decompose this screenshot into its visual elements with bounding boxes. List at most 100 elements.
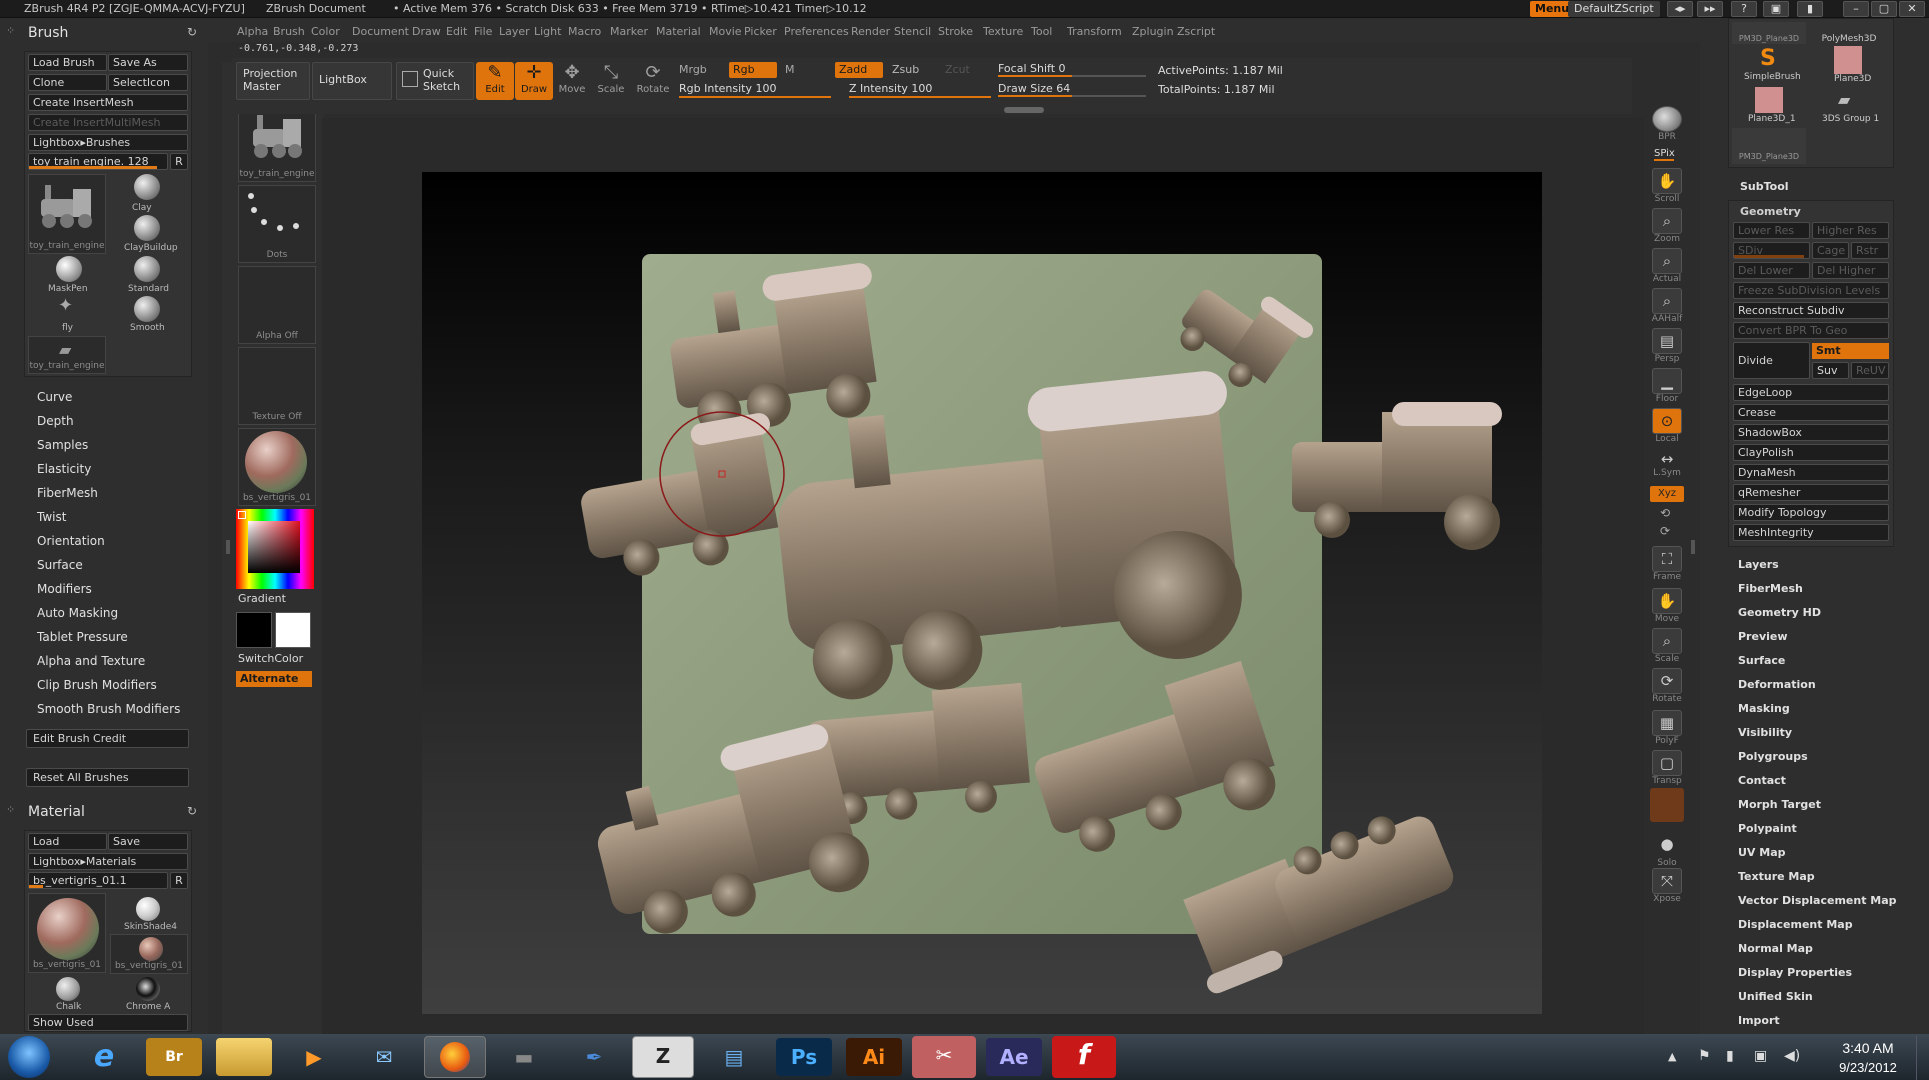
toolbar-scroll-handle[interactable]	[1004, 107, 1044, 113]
volume-icon[interactable]: ◀)	[1784, 1048, 1800, 1064]
section-normal-map[interactable]: Normal Map	[1738, 942, 1813, 955]
lightbox-button[interactable]: LightBox	[312, 62, 392, 100]
quick-sketch-button[interactable]: Quick Sketch	[396, 62, 474, 100]
eraser-icon[interactable]: ▬	[496, 1038, 552, 1076]
zoom-button[interactable]: ⌕ Zoom	[1648, 208, 1686, 248]
solo-button[interactable]: ● Solo	[1648, 832, 1686, 872]
tool-thumb-polymesh3d[interactable]: PolyMesh3D	[1812, 22, 1886, 44]
color-picker[interactable]	[236, 509, 314, 589]
brush-menu-alpha-texture[interactable]: Alpha and Texture	[37, 654, 145, 668]
xyz-toggle[interactable]: Xyz	[1650, 486, 1684, 502]
current-tool-thumb[interactable]: toy_train_engine	[238, 104, 316, 182]
edit-brush-credit-button[interactable]: Edit Brush Credit	[26, 729, 189, 748]
bpr-button[interactable]: BPR	[1648, 106, 1686, 146]
folder-icon[interactable]	[216, 1038, 272, 1076]
photoshop-icon[interactable]: Ps	[776, 1038, 832, 1076]
section-surface[interactable]: Surface	[1738, 654, 1785, 667]
simplebrush-icon[interactable]: S	[1760, 46, 1776, 71]
geo-shadowbox[interactable]: ShadowBox	[1733, 424, 1889, 441]
smooth-brush-icon[interactable]	[134, 296, 160, 322]
scale-tool-button[interactable]: ⤡ Scale	[592, 62, 630, 100]
persp-button[interactable]: ▤ Persp	[1648, 328, 1686, 368]
lightbox-brushes-button[interactable]: Lightbox▸Brushes	[28, 134, 188, 151]
geo-meshintegrity[interactable]: MeshIntegrity	[1733, 524, 1889, 541]
section-contact[interactable]: Contact	[1738, 774, 1786, 787]
pen-icon[interactable]: ✒	[566, 1038, 622, 1076]
menu-tool[interactable]: Tool	[1031, 25, 1052, 38]
material-r-button[interactable]: R	[170, 872, 188, 889]
actual-button[interactable]: ⌕ Actual	[1648, 248, 1686, 288]
brush-menu-smooth-modifiers[interactable]: Smooth Brush Modifiers	[37, 702, 180, 716]
menu-movie[interactable]: Movie	[709, 25, 742, 38]
menu-color[interactable]: Color	[311, 25, 340, 38]
chrome-material-icon[interactable]	[136, 977, 160, 1001]
after-effects-icon[interactable]: Ae	[986, 1038, 1042, 1076]
section-morph-target[interactable]: Morph Target	[1738, 798, 1821, 811]
firefox-icon[interactable]	[424, 1036, 486, 1078]
spix-label[interactable]: SPix	[1654, 148, 1675, 159]
clone-button[interactable]: Clone	[28, 74, 107, 91]
chalk-material-icon[interactable]	[56, 977, 80, 1001]
menu-render[interactable]: Render	[851, 25, 890, 38]
section-deformation[interactable]: Deformation	[1738, 678, 1816, 691]
brush-menu-elasticity[interactable]: Elasticity	[37, 462, 91, 476]
alternate-toggle[interactable]: Alternate	[236, 671, 312, 687]
brush-menu-depth[interactable]: Depth	[37, 414, 74, 428]
menu-zplugin[interactable]: Zplugin	[1132, 25, 1174, 38]
plane3d-1-icon[interactable]	[1755, 87, 1783, 113]
menu-brush[interactable]: Brush	[273, 25, 305, 38]
focal-shift-slider[interactable]: Focal Shift 0	[998, 62, 1066, 75]
internet-explorer-icon[interactable]: e	[76, 1038, 132, 1076]
snipping-icon[interactable]: ✂	[912, 1036, 976, 1078]
menu-layer[interactable]: Layer	[499, 25, 530, 38]
geo-qremesher[interactable]: qRemesher	[1733, 484, 1889, 501]
brush-thumb-toy-train-2[interactable]: ▰ toy_train_engine	[28, 336, 106, 374]
maskpen-brush-icon[interactable]	[56, 256, 82, 282]
section-polygroups[interactable]: Polygroups	[1738, 750, 1808, 763]
geo-modify-topology[interactable]: Modify Topology	[1733, 504, 1889, 521]
menu-material[interactable]: Material	[656, 25, 701, 38]
scroll-button[interactable]: ✋ Scroll	[1648, 168, 1686, 208]
edit-tool-button[interactable]: ✎ Edit	[476, 62, 514, 100]
rgb-intensity-slider[interactable]: Rgb Intensity 100	[679, 82, 776, 95]
secondary-color-swatch[interactable]	[275, 612, 311, 648]
transp-button[interactable]: ▢ Transp	[1648, 750, 1686, 790]
bridge-icon[interactable]: Br	[146, 1038, 202, 1076]
flash-icon[interactable]: f	[1052, 1036, 1116, 1078]
layout-left-icon[interactable]: ◂▸	[1667, 1, 1693, 17]
menu-stencil[interactable]: Stencil	[894, 25, 931, 38]
clock-time[interactable]: 3:40 AM	[1828, 1040, 1908, 1056]
media-player-icon[interactable]: ▶	[286, 1038, 342, 1076]
reconstruct-subdiv-button[interactable]: Reconstruct Subdiv	[1733, 302, 1889, 319]
brush-menu-fibermesh[interactable]: FiberMesh	[37, 486, 98, 500]
group-3ds-icon[interactable]: ▰	[1838, 90, 1850, 109]
subtool-section[interactable]: SubTool	[1740, 180, 1903, 193]
brush-menu-samples[interactable]: Samples	[37, 438, 88, 452]
material-palette-title[interactable]: Material	[28, 804, 85, 820]
brush-thumb-toy-train[interactable]: toy_train_engine	[28, 174, 106, 254]
brush-menu-clip-modifiers[interactable]: Clip Brush Modifiers	[37, 678, 157, 692]
network-icon[interactable]: ▣	[1754, 1048, 1767, 1064]
reset-all-brushes-button[interactable]: Reset All Brushes	[26, 768, 189, 787]
section-preview[interactable]: Preview	[1738, 630, 1788, 643]
move-tool-button[interactable]: ✥ Move	[553, 62, 591, 100]
ghost-toggle[interactable]	[1650, 788, 1684, 822]
material-thumb-vertigris[interactable]: bs_vertigris_01	[28, 893, 106, 973]
mrgb-toggle[interactable]: Mrgb	[679, 63, 707, 76]
rotate-view-button[interactable]: ⟳ Rotate	[1648, 668, 1686, 708]
xpose-button[interactable]: ⤧ Xpose	[1648, 868, 1686, 908]
material-tray-thumb[interactable]: bs_vertigris_01	[238, 428, 316, 506]
illustrator-icon[interactable]: Ai	[846, 1038, 902, 1076]
brush-menu-auto-masking[interactable]: Auto Masking	[37, 606, 118, 620]
minimize-icon[interactable]: –	[1843, 1, 1869, 17]
load-brush-button[interactable]: Load Brush	[28, 54, 107, 71]
draw-size-slider[interactable]: Draw Size 64	[998, 82, 1070, 95]
geometry-section[interactable]: Geometry	[1740, 205, 1903, 218]
right-tray-toggle[interactable]	[1691, 540, 1695, 554]
section-visibility[interactable]: Visibility	[1738, 726, 1792, 739]
local-button[interactable]: ⊙ Local	[1648, 408, 1686, 448]
aahalf-button[interactable]: ⌕ AAHalf	[1648, 288, 1686, 328]
floor-button[interactable]: ▁ Floor	[1648, 368, 1686, 408]
section-polypaint[interactable]: Polypaint	[1738, 822, 1797, 835]
material-name-slider[interactable]: bs_vertigris_01.1	[28, 872, 168, 889]
